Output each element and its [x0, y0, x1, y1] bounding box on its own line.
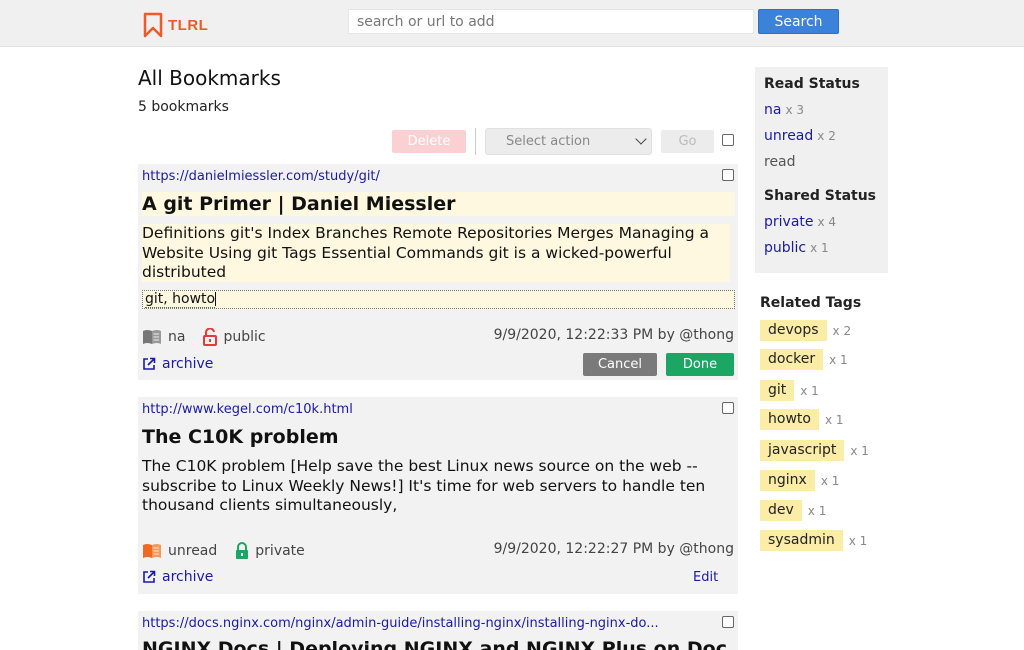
bookmark-meta: unread private	[142, 542, 305, 560]
bookmark-checkbox[interactable]	[722, 169, 734, 181]
search-input[interactable]	[348, 9, 754, 34]
read-status-label[interactable]: unread	[168, 543, 217, 559]
tag-count: x 1	[807, 503, 827, 518]
edit-link[interactable]: Edit	[693, 570, 718, 585]
logo-text: TLRL	[168, 16, 209, 34]
filter-label: private	[764, 214, 814, 230]
external-link-icon	[143, 570, 156, 583]
shared-status-filter-public[interactable]: public x 1	[764, 240, 829, 256]
tag-count: x 1	[848, 533, 868, 548]
tag-label[interactable]: nginx	[760, 470, 815, 491]
tag-label[interactable]: docker	[760, 349, 824, 370]
top-bar: TLRL Search	[0, 0, 1024, 47]
bookmark-logo-icon	[143, 12, 163, 38]
archive-label: archive	[162, 356, 214, 372]
bookmark-url[interactable]: https://danielmiessler.com/study/git/	[142, 169, 702, 184]
tag-label[interactable]: howto	[760, 409, 819, 430]
read-status-filter-na[interactable]: na x 3	[764, 102, 804, 118]
filter-label: public	[764, 240, 807, 256]
bookmark-description: The C10K problem [Help save the best Lin…	[142, 457, 706, 514]
bookmark-timestamp: 9/9/2020, 12:22:27 PM by @thong	[493, 541, 734, 557]
shared-status-label[interactable]: private	[255, 543, 305, 559]
bookmark-description-field[interactable]: Definitions git's Index Branches Remote …	[142, 224, 730, 282]
tag-count: x 1	[850, 443, 869, 458]
tag-label[interactable]: devops	[760, 320, 827, 341]
bookmark-url[interactable]: http://www.kegel.com/c10k.html	[142, 402, 702, 417]
filter-label: na	[764, 102, 782, 118]
lock-closed-icon[interactable]	[235, 542, 249, 560]
tag-item-dev[interactable]: dev x 1	[760, 500, 826, 521]
tag-count: x 1	[824, 412, 844, 427]
read-status-heading: Read Status	[764, 76, 860, 92]
bookmark-title-field[interactable]: A git Primer | Daniel Miessler	[142, 192, 735, 216]
read-status-label[interactable]: na	[168, 329, 185, 345]
bookmark-timestamp: 9/9/2020, 12:22:33 PM by @thong	[493, 327, 734, 343]
select-all-checkbox[interactable]	[722, 134, 734, 146]
tag-item-docker[interactable]: docker x 1	[760, 349, 848, 370]
bookmark-card: https://danielmiessler.com/study/git/ A …	[138, 164, 738, 380]
read-status-filter-unread[interactable]: unread x 2	[764, 128, 836, 144]
related-tags-heading: Related Tags	[760, 295, 862, 311]
toolbar-divider	[475, 128, 476, 155]
logo[interactable]: TLRL	[143, 11, 208, 39]
tag-count: x 1	[820, 473, 840, 488]
lock-open-icon[interactable]	[203, 328, 218, 346]
page-title: All Bookmarks	[138, 66, 281, 90]
filter-label: unread	[764, 128, 814, 144]
bookmark-url[interactable]: https://docs.nginx.com/nginx/admin-guide…	[142, 616, 702, 631]
tag-item-git[interactable]: git x 1	[760, 380, 819, 401]
tag-count: x 2	[832, 323, 852, 338]
filter-count: x 2	[817, 129, 836, 143]
archive-link[interactable]: archive	[142, 356, 213, 372]
action-select[interactable]: Select action	[485, 128, 652, 155]
archive-label: archive	[162, 569, 214, 585]
archive-link[interactable]: archive	[142, 569, 213, 585]
tag-count: x 1	[800, 383, 819, 398]
tag-label[interactable]: sysadmin	[760, 530, 843, 551]
tag-item-howto[interactable]: howto x 1	[760, 409, 844, 430]
tag-item-sysadmin[interactable]: sysadmin x 1	[760, 530, 867, 551]
bookmark-checkbox[interactable]	[722, 402, 734, 414]
bookmark-card: http://www.kegel.com/c10k.html The C10K …	[138, 397, 738, 594]
status-filter-panel: Read Status na x 3 unread x 2 read Shared …	[755, 67, 888, 273]
tag-label[interactable]: git	[760, 380, 795, 401]
bookmark-title[interactable]: NGINX Docs | Deploying NGINX and NGINX P…	[142, 638, 727, 650]
delete-button[interactable]: Delete	[392, 130, 466, 153]
bookmark-meta: na public	[142, 328, 266, 346]
done-button[interactable]: Done	[666, 353, 734, 376]
chevron-down-icon	[635, 133, 647, 145]
read-status-filter-read: read	[764, 154, 796, 170]
tag-item-devops[interactable]: devops x 2	[760, 320, 851, 341]
go-button[interactable]: Go	[661, 130, 714, 153]
bookmark-title[interactable]: The C10K problem	[142, 426, 339, 448]
shared-status-heading: Shared Status	[764, 188, 877, 204]
tag-label[interactable]: dev	[760, 500, 802, 521]
bookmark-card: https://docs.nginx.com/nginx/admin-guide…	[138, 611, 738, 650]
book-icon[interactable]	[142, 329, 162, 345]
shared-status-filter-private[interactable]: private x 4	[764, 214, 836, 230]
tags-input[interactable]: git, howto	[142, 290, 735, 309]
tag-item-nginx[interactable]: nginx x 1	[760, 470, 839, 491]
filter-count: x 1	[810, 241, 829, 255]
external-link-icon	[143, 357, 156, 370]
cancel-button[interactable]: Cancel	[583, 353, 657, 376]
action-select-value: Select action	[506, 134, 591, 149]
search-button[interactable]: Search	[758, 9, 839, 34]
bookmark-checkbox[interactable]	[722, 616, 734, 628]
book-icon[interactable]	[142, 543, 162, 559]
filter-count: x 3	[785, 103, 805, 117]
tag-count: x 1	[829, 352, 848, 367]
filter-count: x 4	[817, 215, 837, 229]
shared-status-label[interactable]: public	[223, 329, 265, 345]
bookmark-count: 5 bookmarks	[138, 99, 229, 115]
tags-input-value: git, howto	[145, 291, 216, 308]
tag-item-javascript[interactable]: javascript x 1	[760, 440, 869, 461]
tag-label[interactable]: javascript	[760, 440, 845, 461]
text-caret	[215, 292, 217, 306]
filter-label: read	[764, 154, 796, 170]
